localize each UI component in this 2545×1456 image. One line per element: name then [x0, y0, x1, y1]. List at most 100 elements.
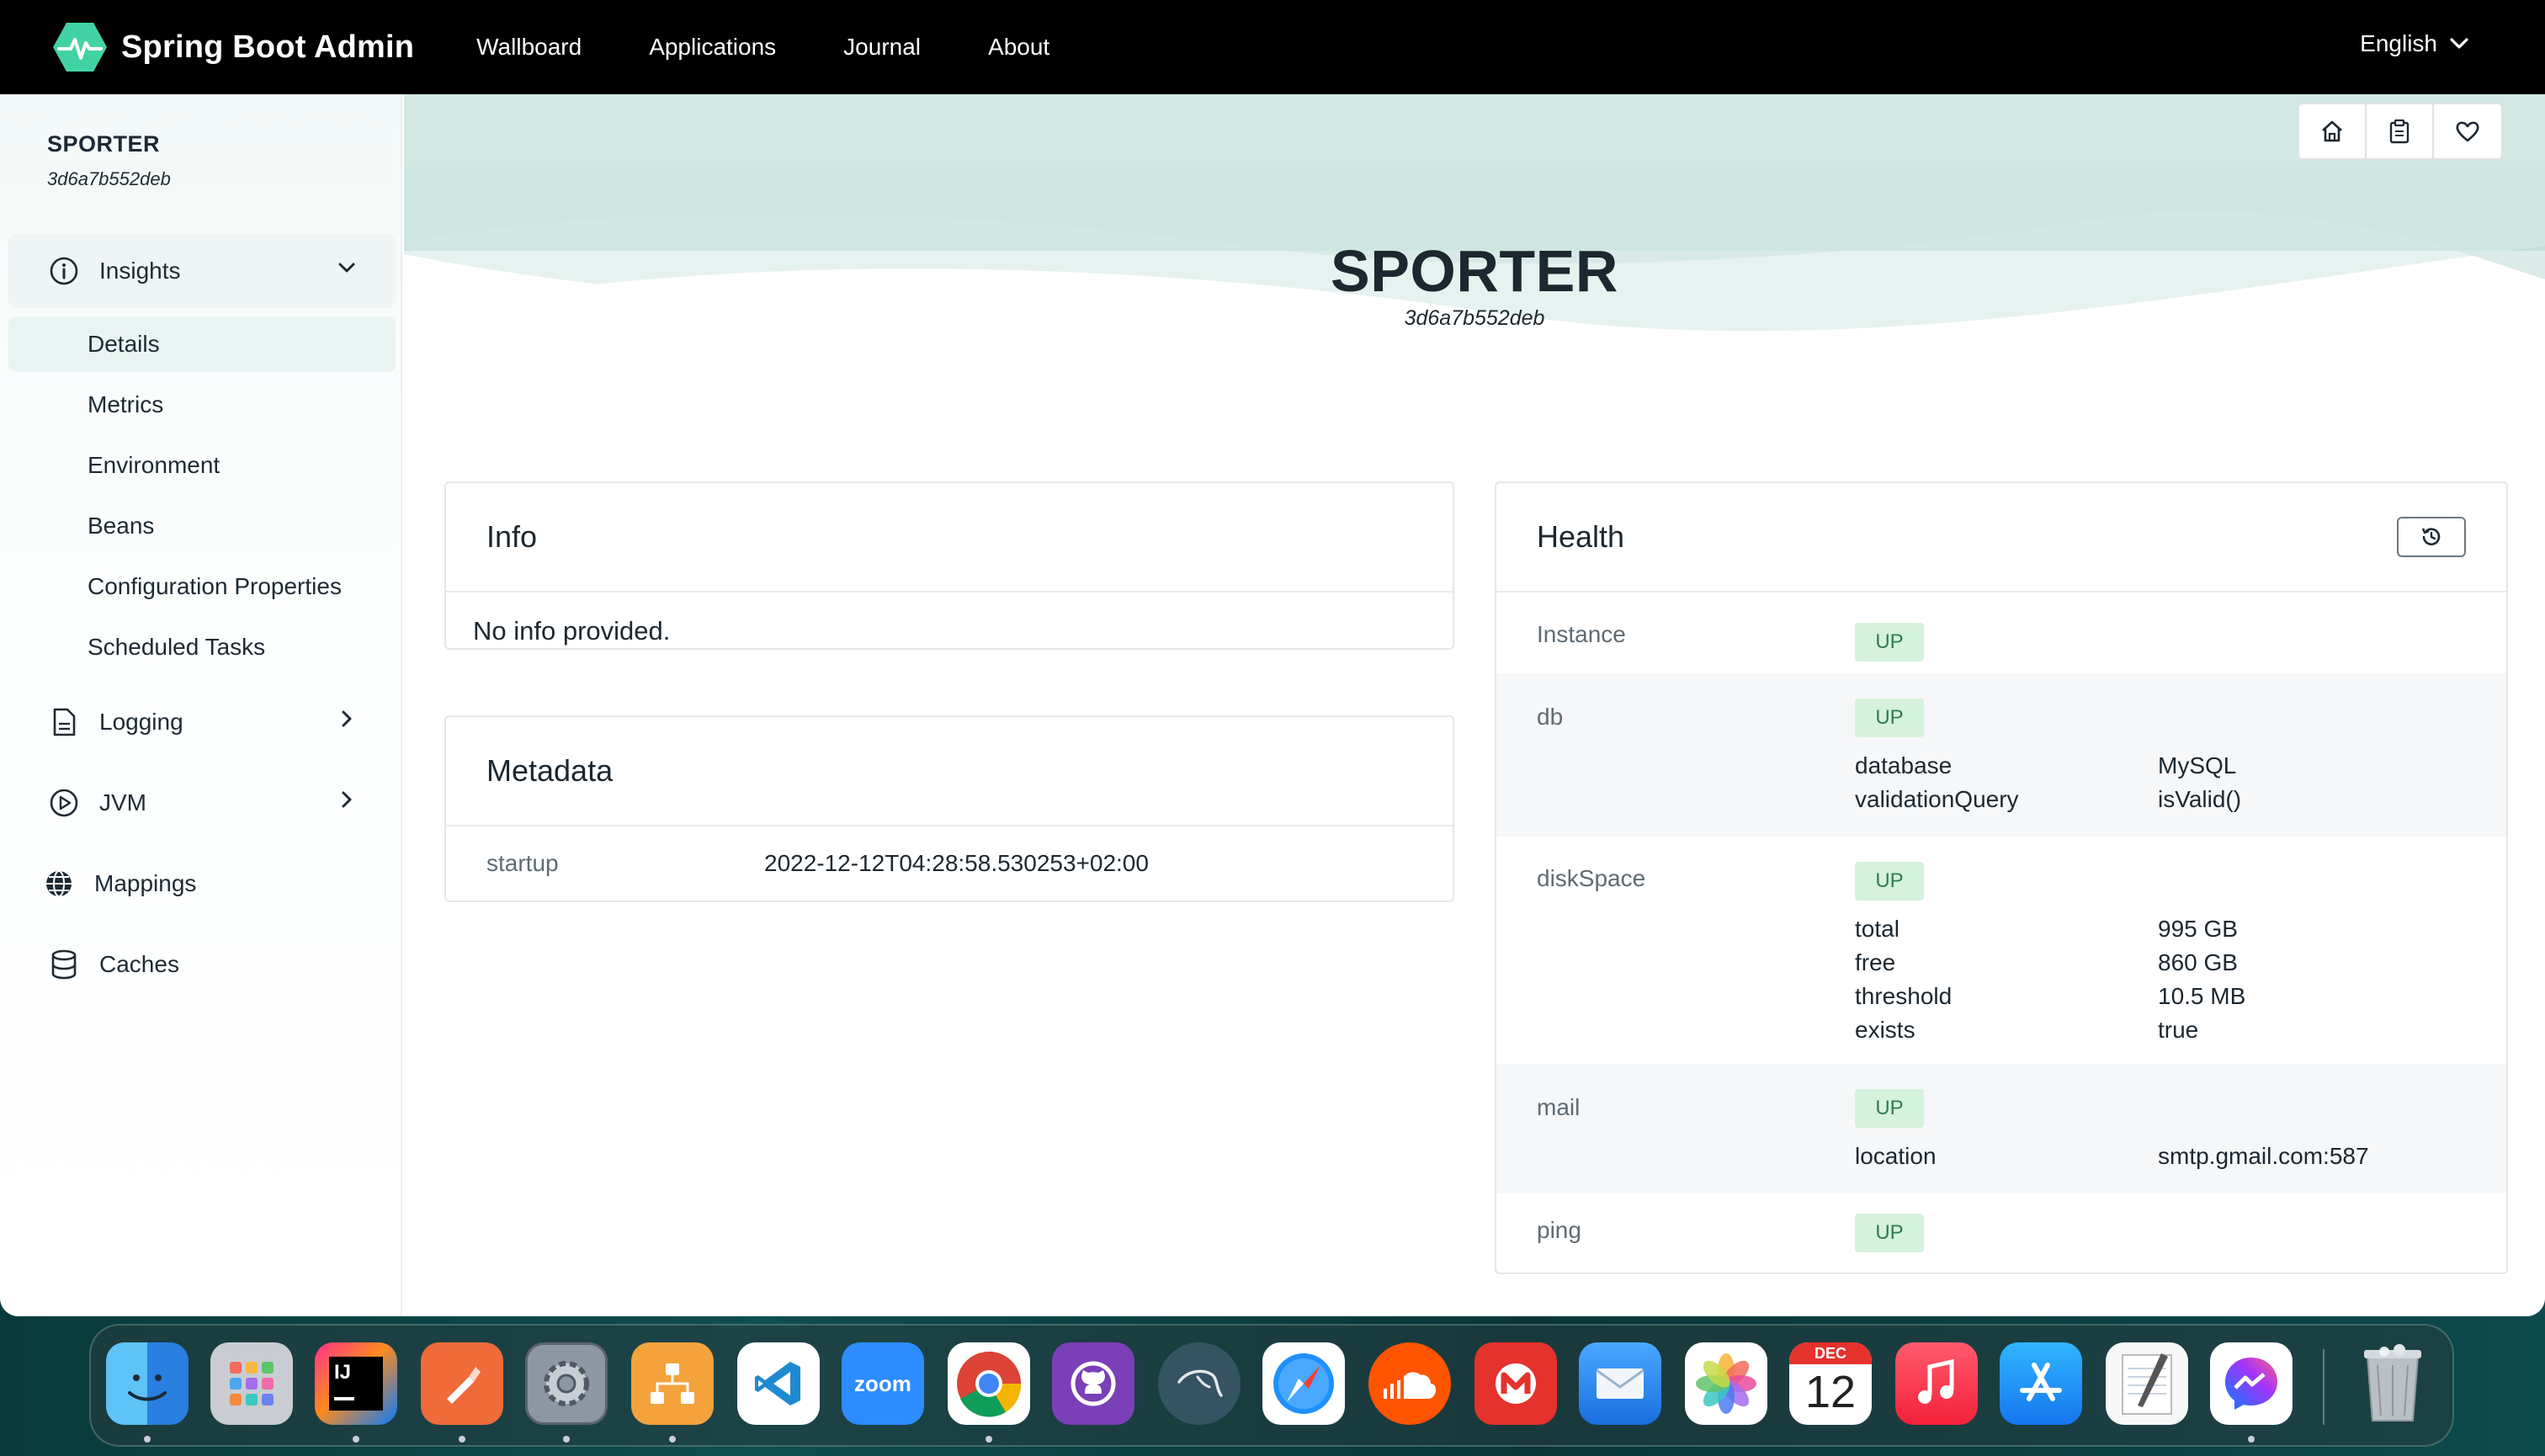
clipboard-button[interactable]: [2367, 104, 2434, 158]
calendar-icon[interactable]: DEC 12: [1789, 1342, 1872, 1425]
chevron-down-icon: [338, 263, 355, 273]
trash-icon[interactable]: [2351, 1342, 2434, 1425]
health-detail-key: database: [1855, 752, 1953, 778]
document-icon: [47, 705, 81, 739]
intellij-idea-icon[interactable]: IJ: [315, 1342, 397, 1425]
info-circle-icon: [47, 254, 81, 288]
sidebar-item-metrics[interactable]: Metrics: [8, 377, 396, 433]
main-content: SPORTER 3d6a7b552deb Info No info provid…: [404, 94, 2545, 1316]
sidebar-group-mappings[interactable]: Mappings: [8, 847, 396, 921]
health-detail-value: 995 GB: [2158, 916, 2238, 942]
sidebar-group-logging[interactable]: Logging: [8, 685, 396, 759]
home-button[interactable]: [2299, 104, 2367, 158]
photos-icon[interactable]: [1685, 1342, 1767, 1425]
heart-button[interactable]: [2434, 104, 2501, 158]
sidebar-group-label: Logging: [99, 709, 183, 735]
pen-app-icon[interactable]: [421, 1342, 503, 1425]
brand-name: Spring Boot Admin: [121, 29, 415, 65]
health-detail-value: smtp.gmail.com:587: [2158, 1143, 2369, 1169]
language-select[interactable]: English: [2360, 30, 2469, 57]
health-key: mail: [1537, 1094, 1581, 1120]
macos-dock: IJ zoom DEC 12: [89, 1324, 2454, 1447]
home-icon: [2322, 120, 2342, 142]
nav-about[interactable]: About: [988, 34, 1049, 61]
sidebar-group-jvm[interactable]: JVM: [8, 766, 396, 840]
soundcloud-icon[interactable]: [1368, 1342, 1451, 1425]
health-detail-value: isValid(): [2158, 786, 2242, 812]
status-badge: UP: [1855, 623, 1924, 662]
running-indicator: [986, 1436, 992, 1443]
vscode-icon[interactable]: [737, 1342, 820, 1425]
sidebar-item-scheduled-tasks[interactable]: Scheduled Tasks: [8, 619, 396, 675]
nav-applications[interactable]: Applications: [649, 34, 776, 61]
nav-wallboard[interactable]: Wallboard: [476, 34, 582, 61]
running-indicator: [563, 1436, 570, 1443]
brand[interactable]: Spring Boot Admin: [52, 21, 414, 73]
zoom-label: zoom: [854, 1370, 911, 1396]
database-icon: [47, 948, 81, 981]
diagram-app-icon[interactable]: [631, 1342, 714, 1425]
running-indicator: [669, 1436, 676, 1443]
main-nav: Wallboard Applications Journal About: [476, 34, 1117, 61]
health-detail-key: exists: [1855, 1017, 1915, 1043]
sidebar-instance-id: 3d6a7b552deb: [47, 168, 171, 189]
health-key: ping: [1537, 1217, 1581, 1243]
zoom-icon[interactable]: zoom: [842, 1342, 924, 1425]
sidebar-group-insights[interactable]: Insights: [8, 234, 396, 308]
textedit-icon[interactable]: [2106, 1342, 2188, 1425]
launchpad-icon[interactable]: [210, 1342, 293, 1425]
chevron-right-icon: [342, 710, 352, 727]
health-detail-key: threshold: [1855, 983, 1953, 1009]
nav-journal[interactable]: Journal: [843, 34, 921, 61]
info-card: Info No info provided.: [444, 481, 1454, 650]
metadata-card: Metadata startup 2022-12-12T04:28:58.530…: [444, 715, 1454, 902]
intellij-label: IJ: [334, 1361, 352, 1384]
running-indicator: [144, 1436, 151, 1443]
sidebar-item-environment[interactable]: Environment: [8, 438, 396, 493]
safari-icon[interactable]: [1262, 1342, 1345, 1425]
music-icon[interactable]: [1895, 1342, 1978, 1425]
calendar-month: DEC: [1789, 1342, 1872, 1364]
mail-m-icon[interactable]: [1474, 1342, 1557, 1425]
sidebar-group-caches[interactable]: Caches: [8, 927, 396, 1002]
sidebar-app-name: SPORTER: [47, 131, 161, 157]
metadata-key: startup: [486, 850, 559, 876]
system-preferences-icon[interactable]: [525, 1342, 608, 1425]
health-row-mail: mail UP location smtp.gmail.com:587: [1496, 1064, 2506, 1193]
running-indicator: [353, 1436, 359, 1443]
sidebar-group-label: Caches: [99, 951, 179, 977]
health-detail-value: true: [2158, 1017, 2199, 1043]
clipboard-icon: [2389, 119, 2410, 144]
sidebar-item-configuration-properties[interactable]: Configuration Properties: [8, 559, 396, 614]
health-row-diskspace: diskSpace UP total 995 GB free 860 GB th…: [1496, 837, 2506, 1064]
top-navbar: Spring Boot Admin Wallboard Applications…: [0, 0, 2545, 94]
google-chrome-icon[interactable]: [948, 1342, 1030, 1425]
mail-icon[interactable]: [1579, 1342, 1661, 1425]
language-label: English: [2360, 30, 2437, 56]
health-detail-key: total: [1855, 916, 1899, 942]
health-row-ping: ping UP: [1496, 1193, 2506, 1273]
health-history-button[interactable]: [2397, 517, 2466, 557]
messenger-icon[interactable]: [2210, 1342, 2293, 1425]
health-detail-key: free: [1855, 949, 1896, 975]
sidebar-item-beans[interactable]: Beans: [8, 498, 396, 554]
finder-icon[interactable]: [106, 1342, 189, 1425]
sidebar: SPORTER 3d6a7b552deb Insights Details Me…: [0, 94, 402, 1316]
sidebar-group-label: Mappings: [94, 870, 197, 896]
health-detail-key: location: [1855, 1143, 1937, 1169]
chevron-right-icon: [342, 791, 352, 808]
history-icon: [2421, 528, 2441, 545]
status-badge: UP: [1855, 699, 1924, 737]
app-store-icon[interactable]: [2000, 1342, 2082, 1425]
info-card-title: Info: [446, 483, 1453, 592]
intellij-underscore: [334, 1397, 354, 1400]
health-card-title: Health: [1496, 483, 2506, 592]
sidebar-group-label: JVM: [99, 789, 146, 816]
github-desktop-icon[interactable]: [1052, 1342, 1134, 1425]
browser-window: Spring Boot Admin Wallboard Applications…: [0, 0, 2545, 1316]
sidebar-group-label: Insights: [99, 258, 181, 284]
health-detail-value: MySQL: [2158, 752, 2237, 778]
running-indicator: [459, 1436, 465, 1443]
kali-icon[interactable]: [1158, 1342, 1241, 1425]
sidebar-item-details[interactable]: Details: [8, 316, 396, 372]
